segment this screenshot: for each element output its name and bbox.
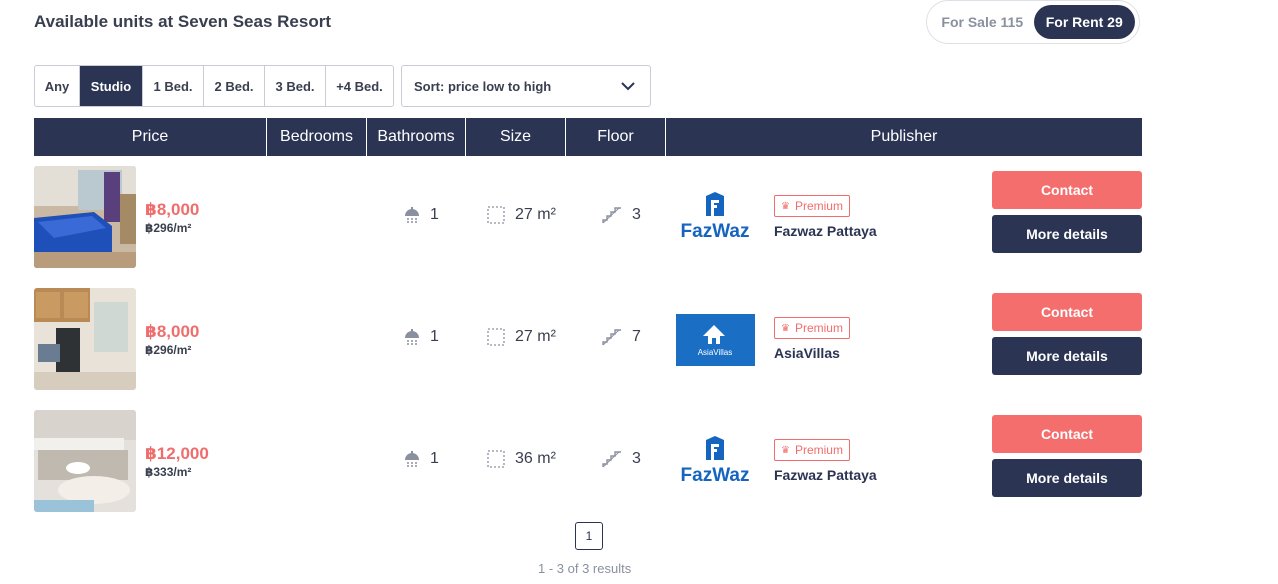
bed-filter-2[interactable]: 2 Bed. [204, 66, 265, 106]
premium-badge: ♛ Premium [774, 317, 850, 339]
price-per-sqm: ฿296/m² [145, 343, 192, 357]
sort-select[interactable]: Sort: price low to high [401, 65, 651, 107]
fazwaz-logo[interactable]: FazWaz [676, 192, 755, 244]
size-value: 27 m² [515, 328, 556, 345]
size-value: 36 m² [515, 450, 556, 467]
col-bedrooms: Bedrooms [267, 118, 367, 156]
for-rent-tab[interactable]: For Rent 29 [1033, 5, 1135, 39]
bed-filter-any[interactable]: Any [35, 66, 80, 106]
crown-icon: ♛ [781, 444, 790, 456]
col-floor: Floor [566, 118, 666, 156]
table-header: Price Bedrooms Bathrooms Size Floor Publ… [34, 118, 1142, 156]
col-bathrooms: Bathrooms [367, 118, 466, 156]
publisher-name[interactable]: AsiaVillas [774, 345, 840, 361]
price: ฿8,000 [145, 200, 200, 219]
page-title: Available units at Seven Seas Resort [34, 12, 331, 31]
size-cell: 27 m² [487, 328, 556, 346]
floor-cell: 3 [602, 206, 641, 224]
price-per-sqm: ฿296/m² [145, 221, 192, 235]
shower-icon [405, 451, 419, 467]
fazwaz-logo[interactable]: FazWaz [676, 436, 755, 488]
premium-badge: ♛ Premium [774, 439, 850, 461]
shower-icon [405, 329, 419, 345]
premium-badge: ♛ Premium [774, 195, 850, 217]
floor-cell: 7 [602, 328, 641, 346]
svg-text:AsiaVillas: AsiaVillas [698, 348, 733, 357]
publisher-name[interactable]: Fazwaz Pattaya [774, 467, 877, 483]
area-icon [487, 450, 505, 468]
table-row: ฿12,000 ฿333/m² 1 36 m² 3 FazWaz ♛ Premi… [34, 410, 1142, 512]
bed-filter-4plus[interactable]: +4 Bed. [326, 66, 393, 106]
price-per-sqm: ฿333/m² [145, 465, 192, 479]
bedroom-filter: Any Studio 1 Bed. 2 Bed. 3 Bed. +4 Bed. [34, 65, 394, 107]
stairs-icon [602, 207, 621, 224]
asiavillas-logo[interactable]: AsiaVillas [676, 314, 755, 366]
stairs-icon [602, 451, 621, 468]
sort-label: Sort: price low to high [414, 78, 552, 94]
bathrooms-value: 1 [430, 450, 439, 467]
table-row: ฿8,000 ฿296/m² 1 27 m² 7 AsiaVillas ♛ Pr… [34, 288, 1142, 390]
for-sale-tab[interactable]: For Sale 115 [931, 5, 1034, 39]
floor-value: 3 [632, 206, 641, 223]
bed-filter-studio[interactable]: Studio [80, 66, 143, 106]
size-cell: 36 m² [487, 450, 556, 468]
bathrooms-cell: 1 [404, 450, 439, 468]
size-value: 27 m² [515, 206, 556, 223]
page-1-button[interactable]: 1 [575, 522, 603, 550]
svg-text:FazWaz: FazWaz [681, 221, 750, 242]
shower-icon [405, 207, 419, 223]
unit-photo[interactable] [34, 166, 136, 268]
bathrooms-value: 1 [430, 206, 439, 223]
unit-photo[interactable] [34, 288, 136, 390]
bathrooms-cell: 1 [404, 328, 439, 346]
contact-button[interactable]: Contact [992, 293, 1142, 331]
table-row: ฿8,000 ฿296/m² 1 27 m² 3 FazWaz ♛ Premiu… [34, 166, 1142, 268]
bathrooms-cell: 1 [404, 206, 439, 224]
crown-icon: ♛ [781, 322, 790, 334]
unit-photo[interactable] [34, 410, 136, 512]
price: ฿8,000 [145, 322, 200, 341]
more-details-button[interactable]: More details [992, 459, 1142, 497]
bathrooms-value: 1 [430, 328, 439, 345]
svg-text:FazWaz: FazWaz [681, 465, 750, 486]
chevron-down-icon [621, 82, 635, 91]
more-details-button[interactable]: More details [992, 215, 1142, 253]
more-details-button[interactable]: More details [992, 337, 1142, 375]
stairs-icon [602, 329, 621, 346]
floor-value: 3 [632, 450, 641, 467]
area-icon [487, 328, 505, 346]
floor-value: 7 [632, 328, 641, 345]
contact-button[interactable]: Contact [992, 171, 1142, 209]
publisher-name[interactable]: Fazwaz Pattaya [774, 223, 877, 239]
size-cell: 27 m² [487, 206, 556, 224]
results-count: 1 - 3 of 3 results [538, 561, 632, 576]
col-price: Price [34, 118, 267, 156]
bed-filter-1[interactable]: 1 Bed. [143, 66, 204, 106]
price: ฿12,000 [145, 444, 209, 463]
crown-icon: ♛ [781, 200, 790, 212]
floor-cell: 3 [602, 450, 641, 468]
contact-button[interactable]: Contact [992, 415, 1142, 453]
col-publisher: Publisher [870, 128, 938, 145]
listing-type-toggle: For Sale 115 For Rent 29 [926, 0, 1140, 44]
bed-filter-3[interactable]: 3 Bed. [265, 66, 326, 106]
area-icon [487, 206, 505, 224]
col-size: Size [466, 118, 566, 156]
